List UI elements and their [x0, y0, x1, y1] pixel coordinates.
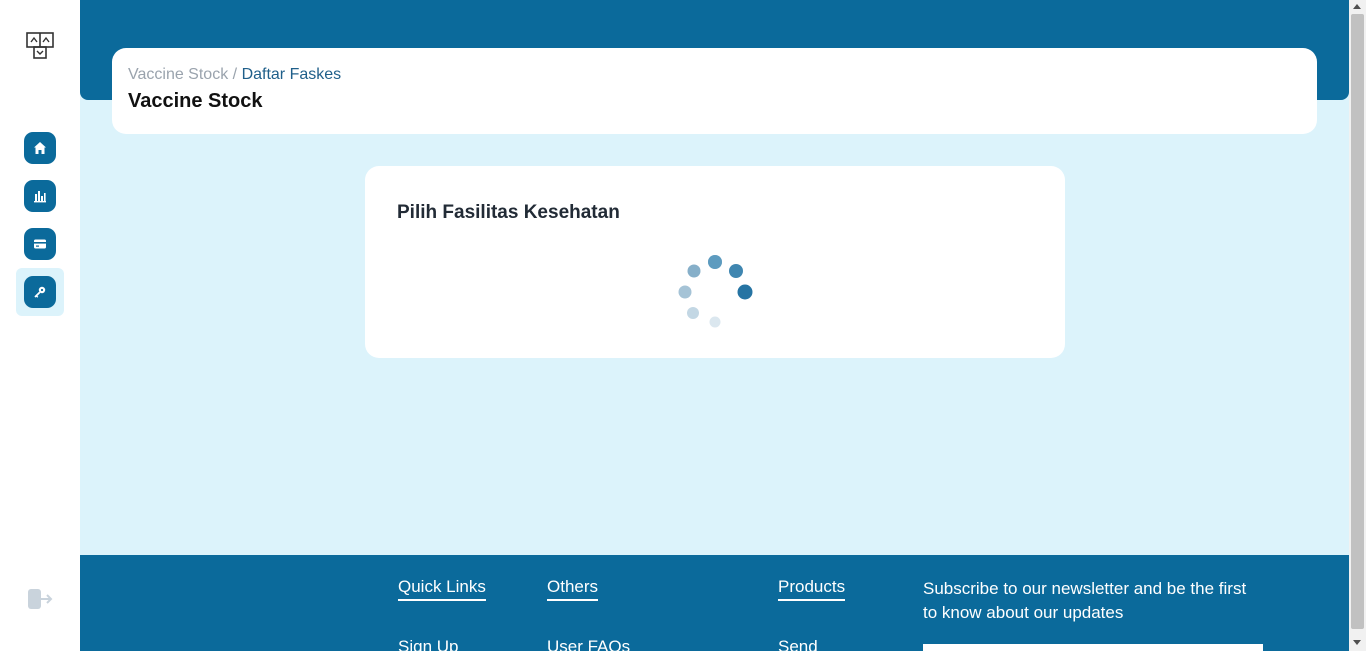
sidebar-item-home[interactable] — [24, 132, 56, 164]
footer-products: Products — [778, 577, 846, 601]
page-title: Vaccine Stock — [128, 90, 263, 112]
sidebar-item-payments[interactable] — [24, 228, 56, 260]
sidebar — [0, 0, 80, 651]
spinner-dot — [737, 284, 753, 300]
card-icon — [34, 239, 46, 249]
breadcrumb-current[interactable]: Daftar Faskes — [242, 66, 342, 83]
breadcrumb-parent[interactable]: Vaccine Stock — [128, 66, 228, 83]
main-content: Vaccine Stock / Daftar Faskes Vaccine St… — [80, 0, 1349, 651]
loading-spinner-icon — [678, 255, 753, 328]
header-card: Vaccine Stock / Daftar Faskes Vaccine St… — [112, 48, 1317, 134]
scroll-down-icon[interactable] — [1353, 640, 1361, 645]
sidebar-item-reports[interactable] — [24, 180, 56, 212]
app-logo-icon[interactable] — [26, 31, 54, 59]
footer-quick-links-title[interactable]: Quick Links — [398, 577, 486, 601]
spinner-dot — [729, 264, 743, 278]
footer-quick-links: Quick Links — [398, 577, 486, 601]
scroll-up-icon[interactable] — [1353, 4, 1361, 9]
footer-link-sign-up[interactable]: Sign Up — [398, 637, 458, 651]
spinner-dot — [678, 285, 692, 299]
logout-icon[interactable] — [27, 587, 53, 611]
sidebar-item-vaccine-stock[interactable] — [24, 276, 56, 308]
footer-others: Others — [547, 577, 599, 601]
facility-select-card: Pilih Fasilitas Kesehatan — [365, 166, 1065, 358]
footer-link-user-faqs[interactable]: User FAQs — [547, 637, 630, 651]
newsletter-text: Subscribe to our newsletter and be the f… — [923, 579, 1247, 622]
spinner-dot — [708, 255, 722, 269]
home-icon — [34, 142, 46, 154]
footer-products-title[interactable]: Products — [778, 577, 846, 601]
spinner-dot — [687, 264, 701, 278]
scroll-thumb[interactable] — [1351, 14, 1364, 629]
footer-others-title[interactable]: Others — [547, 577, 599, 601]
breadcrumb: Vaccine Stock / Daftar Faskes — [128, 66, 1301, 84]
spinner-dot — [687, 307, 699, 319]
footer: Quick Links Sign Up Others User FAQs Pro… — [80, 555, 1349, 651]
footer-link-send[interactable]: Send — [778, 637, 818, 651]
spinner-dot — [709, 316, 721, 328]
newsletter-email-input[interactable] — [923, 644, 1263, 651]
page-scrollbar[interactable] — [1349, 0, 1366, 651]
bar-chart-icon — [34, 191, 46, 203]
key-icon — [34, 286, 46, 298]
breadcrumb-separator: / — [232, 66, 238, 83]
